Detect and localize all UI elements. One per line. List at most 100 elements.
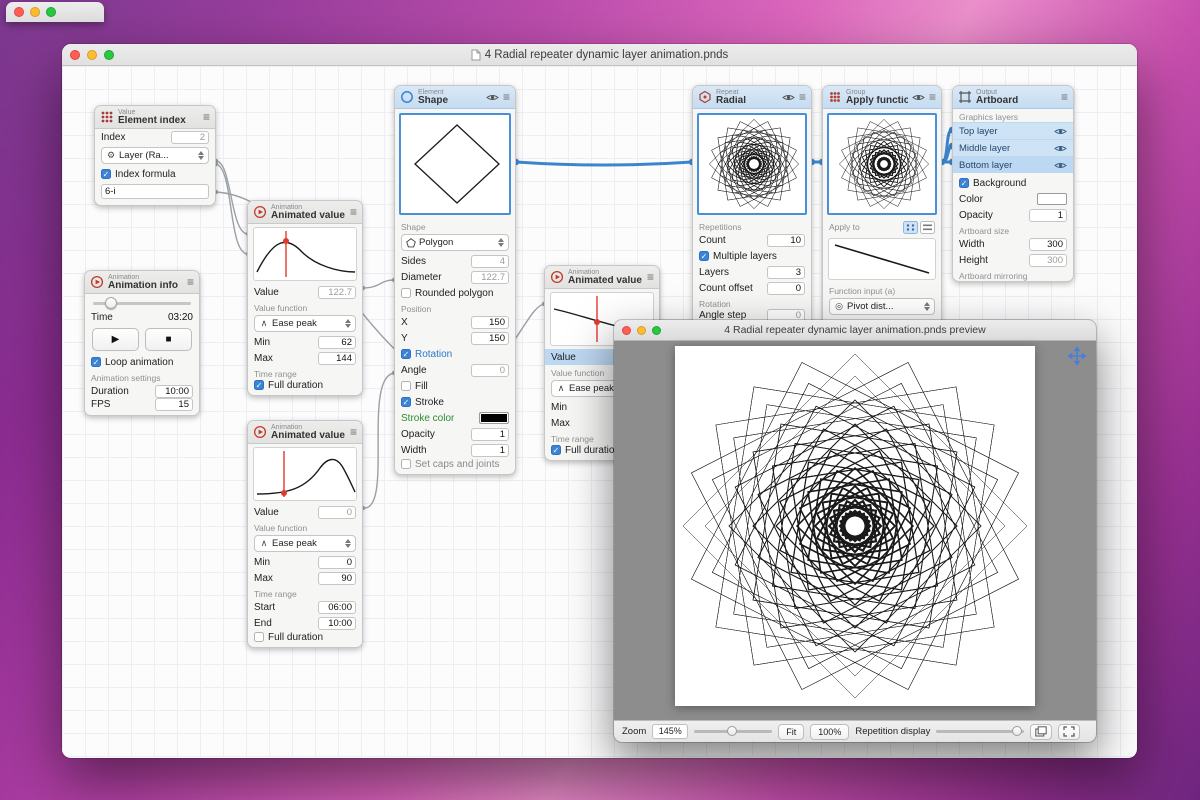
menu-icon[interactable]: ≡	[1061, 92, 1068, 102]
stop-button[interactable]: ■	[145, 328, 192, 351]
node-header[interactable]: AnimationAnimation info ≡	[85, 271, 199, 294]
apply-mode-grid-icon[interactable]	[903, 221, 918, 234]
fullscreen-preview-button[interactable]	[1058, 724, 1080, 740]
node-header[interactable]: RepeatRadial ≡	[693, 86, 811, 109]
node-animated-value-2[interactable]: AnimationAnimated value ≡ Value0 Value f…	[247, 420, 363, 648]
fullscreen-button[interactable]	[104, 50, 114, 60]
node-header[interactable]: OutputArtboard ≡	[953, 86, 1073, 109]
node-header[interactable]: AnimationAnimated value ≡	[248, 201, 362, 224]
fullscreen-button[interactable]	[652, 326, 661, 335]
background-color-swatch[interactable]	[1037, 193, 1067, 205]
apply-mode-rows-icon[interactable]	[920, 221, 935, 234]
zoom-slider-knob[interactable]	[727, 726, 737, 736]
zoom-icon[interactable]	[46, 7, 56, 17]
menu-icon[interactable]: ≡	[799, 92, 806, 102]
full-duration-checkbox[interactable]: ✓	[551, 445, 561, 455]
angle-field[interactable]: 0	[471, 364, 509, 377]
menu-icon[interactable]: ≡	[647, 272, 654, 282]
min-field[interactable]: 62	[318, 336, 356, 349]
node-header[interactable]: AnimationAnimated value ≡	[545, 266, 659, 289]
rotation-checkbox[interactable]: ✓	[401, 349, 411, 359]
menu-icon[interactable]: ≡	[929, 92, 936, 102]
node-header[interactable]: ValueElement index ≡	[95, 106, 215, 129]
node-apply-function[interactable]: GroupApply function ≡ Apply to Function …	[822, 85, 942, 331]
layer-row-middle[interactable]: Middle layer	[953, 139, 1073, 156]
eye-icon[interactable]	[782, 93, 795, 102]
value-function-dropdown[interactable]: ∧ Ease peak	[254, 535, 356, 552]
layer-row-top[interactable]: Top layer	[953, 122, 1073, 139]
start-field[interactable]: 06:00	[318, 601, 356, 614]
fill-checkbox[interactable]	[401, 381, 411, 391]
node-shape[interactable]: ElementShape ≡ Shape Polygon Sides4 Diam…	[394, 85, 516, 475]
eye-icon[interactable]	[1054, 161, 1067, 170]
full-duration-checkbox[interactable]	[254, 632, 264, 642]
node-animated-value-1[interactable]: AnimationAnimated value ≡ Value122.7 Val…	[247, 200, 363, 396]
opacity-field[interactable]: 1	[471, 428, 509, 441]
eye-icon[interactable]	[912, 93, 925, 102]
layer-dropdown[interactable]: ⚙ Layer (Ra...	[101, 147, 209, 164]
fps-field[interactable]: 15	[155, 398, 193, 411]
loop-animation-checkbox[interactable]: ✓	[91, 357, 101, 367]
layer-row-bottom[interactable]: Bottom layer	[953, 156, 1073, 173]
node-header[interactable]: GroupApply function ≡	[823, 86, 941, 109]
layers-display-button[interactable]	[1030, 724, 1052, 740]
menu-icon[interactable]: ≡	[203, 112, 210, 122]
formula-field[interactable]: 6-i	[101, 184, 209, 199]
title-bar[interactable]: 4 Radial repeater dynamic layer animatio…	[62, 44, 1137, 66]
count-offset-field[interactable]: 0	[767, 282, 805, 295]
node-canvas[interactable]: ValueElement index ≡ Index 2 ⚙ Layer (Ra…	[62, 66, 1135, 757]
end-field[interactable]: 10:00	[318, 617, 356, 630]
index-field[interactable]: 2	[171, 131, 209, 144]
close-button[interactable]	[70, 50, 80, 60]
eye-icon[interactable]	[1054, 127, 1067, 136]
node-element-index[interactable]: ValueElement index ≡ Index 2 ⚙ Layer (Ra…	[94, 105, 216, 206]
layers-field[interactable]: 3	[767, 266, 805, 279]
height-field[interactable]: 300	[1029, 254, 1067, 267]
preview-title-bar[interactable]: 4 Radial repeater dynamic layer animatio…	[614, 320, 1096, 341]
function-input-dropdown[interactable]: ◎ Pivot dist...	[829, 298, 935, 315]
y-field[interactable]: 150	[471, 332, 509, 345]
full-zoom-button[interactable]: 100%	[810, 724, 849, 740]
node-animation-info[interactable]: AnimationAnimation info ≡ Time03:20 ▶ ■ …	[84, 270, 200, 416]
play-button[interactable]: ▶	[92, 328, 139, 351]
move-tool-icon[interactable]	[1068, 347, 1086, 365]
x-field[interactable]: 150	[471, 316, 509, 329]
zoom-slider[interactable]	[694, 730, 772, 733]
sides-field[interactable]: 4	[471, 255, 509, 268]
close-icon[interactable]	[14, 7, 24, 17]
value-function-dropdown[interactable]: ∧ Ease peak	[254, 315, 356, 332]
minimize-button[interactable]	[87, 50, 97, 60]
node-artboard[interactable]: OutputArtboard ≡ Graphics layers Top lay…	[952, 85, 1074, 282]
eye-icon[interactable]	[1054, 144, 1067, 153]
value-field[interactable]: 122.7	[318, 286, 356, 299]
width-field[interactable]: 300	[1029, 238, 1067, 251]
max-field[interactable]: 144	[318, 352, 356, 365]
node-radial[interactable]: RepeatRadial ≡ Repetitions Count10 ✓Mult…	[692, 85, 812, 326]
multiple-layers-checkbox[interactable]: ✓	[699, 251, 709, 261]
zoom-field[interactable]: 145%	[652, 724, 688, 739]
min-field[interactable]: 0	[318, 556, 356, 569]
time-slider[interactable]	[93, 302, 191, 305]
preview-window[interactable]: 4 Radial repeater dynamic layer animatio…	[614, 320, 1096, 742]
value-field[interactable]: 0	[318, 506, 356, 519]
close-button[interactable]	[622, 326, 631, 335]
caps-joints-checkbox[interactable]	[401, 459, 411, 469]
full-duration-checkbox[interactable]: ✓	[254, 380, 264, 390]
menu-icon[interactable]: ≡	[350, 207, 357, 217]
rounded-polygon-checkbox[interactable]	[401, 288, 411, 298]
background-checkbox[interactable]: ✓	[959, 178, 969, 188]
time-slider-knob[interactable]	[105, 297, 117, 309]
minimize-icon[interactable]	[30, 7, 40, 17]
shape-type-dropdown[interactable]: Polygon	[401, 234, 509, 251]
opacity-field[interactable]: 1	[1029, 209, 1067, 222]
repetition-slider-knob[interactable]	[1012, 726, 1022, 736]
fit-button[interactable]: Fit	[778, 724, 804, 740]
minimize-button[interactable]	[637, 326, 646, 335]
menu-icon[interactable]: ≡	[503, 92, 510, 102]
menu-icon[interactable]: ≡	[187, 277, 194, 287]
width-field[interactable]: 1	[471, 444, 509, 457]
diameter-field[interactable]: 122.7	[471, 271, 509, 284]
node-header[interactable]: AnimationAnimated value ≡	[248, 421, 362, 444]
eye-icon[interactable]	[486, 93, 499, 102]
repetition-slider[interactable]	[936, 730, 1024, 733]
